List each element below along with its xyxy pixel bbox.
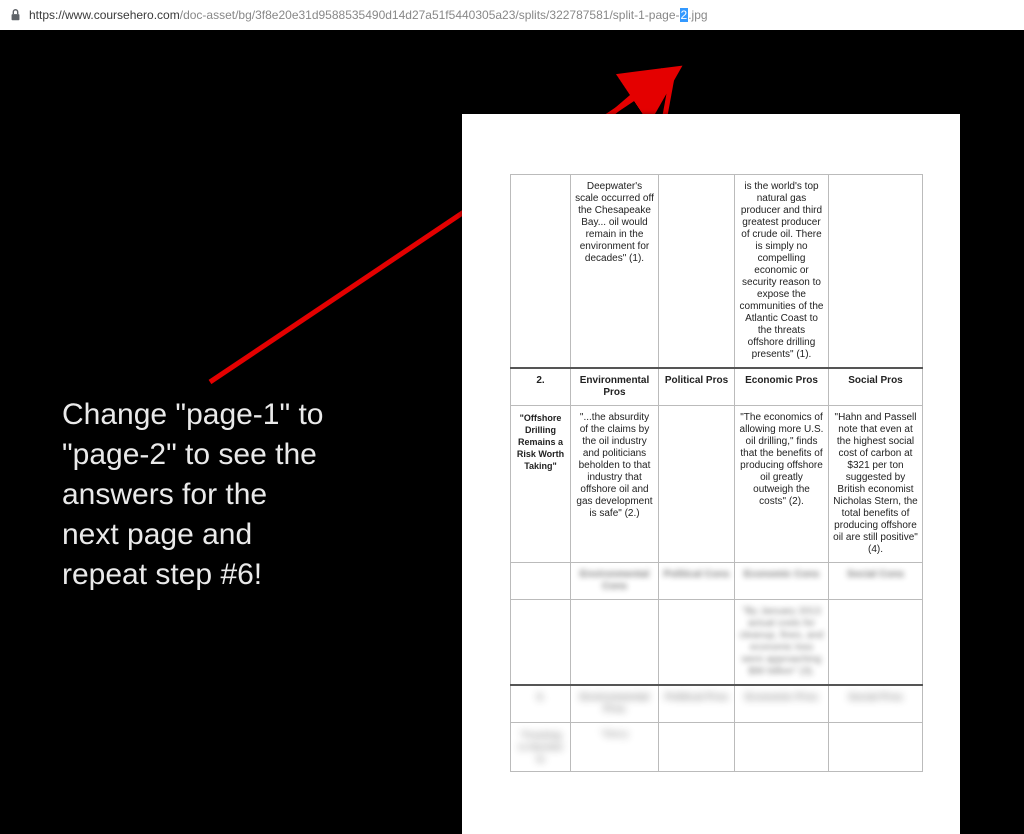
row-label: "Fracking is Harmful to	[511, 723, 571, 772]
cell: "Many	[571, 723, 659, 772]
cell: "The economics of allowing more U.S. oil…	[735, 406, 829, 563]
table-row: "Offshore Drilling Remains a Risk Worth …	[511, 406, 923, 563]
col-header: Economic Pros	[735, 685, 829, 723]
col-header: Political Pros	[659, 368, 735, 406]
cell: is the world's top natural gas producer …	[735, 175, 829, 369]
content-table: Deepwater's scale occurred off the Chesa…	[510, 174, 923, 772]
col-header: Economic Cons	[735, 563, 829, 600]
table-row: "Fracking is Harmful to "Many	[511, 723, 923, 772]
table-row: Environmental Cons Political Cons Econom…	[511, 563, 923, 600]
address-bar[interactable]: https://www.coursehero.com/doc-asset/bg/…	[0, 0, 1024, 31]
col-header: Political Pros	[659, 685, 735, 723]
row-number: 3.	[511, 685, 571, 723]
instruction-text: Change "page-1" to "page-2" to see the a…	[62, 395, 324, 595]
table-row: "By January 2013 actual costs for cleanu…	[511, 600, 923, 686]
content-area: Change "page-1" to "page-2" to see the a…	[0, 30, 1024, 804]
cell: "Hahn and Passell note that even at the …	[829, 406, 923, 563]
row-number: 2.	[511, 368, 571, 406]
col-header: Social Pros	[829, 368, 923, 406]
col-header: Environmental Pros	[571, 368, 659, 406]
table-row: 3. Environmental Pros Political Pros Eco…	[511, 685, 923, 723]
col-header: Social Pros	[829, 685, 923, 723]
col-header: Environmental Cons	[571, 563, 659, 600]
document-page: Deepwater's scale occurred off the Chesa…	[462, 114, 960, 834]
row-label: "Offshore Drilling Remains a Risk Worth …	[511, 406, 571, 563]
lock-icon	[10, 8, 21, 22]
col-header: Political Cons	[659, 563, 735, 600]
table-row: Deepwater's scale occurred off the Chesa…	[511, 175, 923, 369]
col-header: Environmental Pros	[571, 685, 659, 723]
cell: "By January 2013 actual costs for cleanu…	[735, 600, 829, 686]
url-text[interactable]: https://www.coursehero.com/doc-asset/bg/…	[29, 8, 708, 22]
col-header: Social Cons	[829, 563, 923, 600]
col-header: Economic Pros	[735, 368, 829, 406]
cell: "...the absurdity of the claims by the o…	[571, 406, 659, 563]
table-row: 2. Environmental Pros Political Pros Eco…	[511, 368, 923, 406]
cell: Deepwater's scale occurred off the Chesa…	[571, 175, 659, 369]
